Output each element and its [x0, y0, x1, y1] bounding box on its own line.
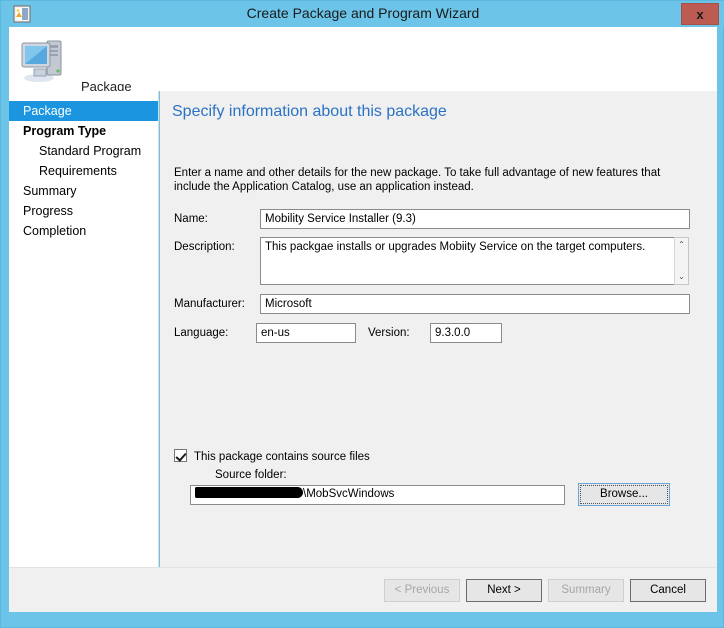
description-scrollbar[interactable]: ⌃ ⌄ [674, 237, 689, 285]
language-label: Language: [174, 327, 229, 339]
previous-button[interactable]: < Previous [384, 579, 460, 602]
chevron-down-icon[interactable]: ⌄ [675, 270, 688, 284]
page-description: Enter a name and other details for the n… [174, 167, 661, 193]
name-label: Name: [174, 213, 208, 225]
cancel-button[interactable]: Cancel [630, 579, 706, 602]
sidebar-item-progress[interactable]: Progress [9, 201, 158, 221]
browse-button-label: Browse... [580, 485, 668, 504]
close-button[interactable]: x [681, 3, 719, 25]
wizard-window: Create Package and Program Wizard x Pack… [0, 0, 724, 628]
redaction-bar [195, 487, 303, 498]
wizard-banner: Package [9, 27, 717, 94]
contains-source-files-row[interactable]: This package contains source files [174, 449, 370, 463]
manufacturer-label: Manufacturer: [174, 298, 245, 310]
page-title: Specify information about this package [172, 103, 447, 120]
language-input[interactable] [256, 323, 356, 343]
chevron-up-icon[interactable]: ⌃ [675, 238, 688, 252]
source-folder-label: Source folder: [215, 469, 287, 481]
name-input[interactable] [260, 209, 690, 229]
sidebar-item-standard-program[interactable]: Standard Program [9, 141, 158, 161]
browse-button[interactable]: Browse... [578, 483, 670, 506]
sidebar-item-program-type[interactable]: Program Type [9, 121, 158, 141]
wizard-footer: < Previous Next > Summary Cancel [9, 567, 717, 612]
version-label: Version: [368, 327, 410, 339]
wizard-steps-sidebar: Package Program Type Standard Program Re… [9, 91, 159, 611]
summary-button[interactable]: Summary [548, 579, 624, 602]
contains-source-files-label: This package contains source files [194, 451, 370, 463]
version-input[interactable] [430, 323, 502, 343]
contains-source-files-checkbox[interactable] [174, 449, 187, 462]
description-input[interactable]: This packgae installs or upgrades Mobiit… [260, 237, 675, 285]
manufacturer-input[interactable] [260, 294, 690, 314]
title-bar: Create Package and Program Wizard x [1, 1, 724, 27]
wizard-steps-list: Package Program Type Standard Program Re… [9, 101, 158, 241]
source-folder-input[interactable]: \MobSvcWindows [190, 485, 565, 505]
sidebar-item-requirements[interactable]: Requirements [9, 161, 158, 181]
sidebar-item-package[interactable]: Package [9, 101, 158, 121]
sidebar-item-completion[interactable]: Completion [9, 221, 158, 241]
window-title: Create Package and Program Wizard [246, 5, 480, 21]
computer-icon [19, 33, 71, 85]
description-label: Description: [174, 241, 235, 253]
wizard-content: Specify information about this package E… [160, 91, 717, 611]
source-folder-value: \MobSvcWindows [303, 488, 395, 500]
next-button[interactable]: Next > [466, 579, 542, 602]
sidebar-item-summary[interactable]: Summary [9, 181, 158, 201]
